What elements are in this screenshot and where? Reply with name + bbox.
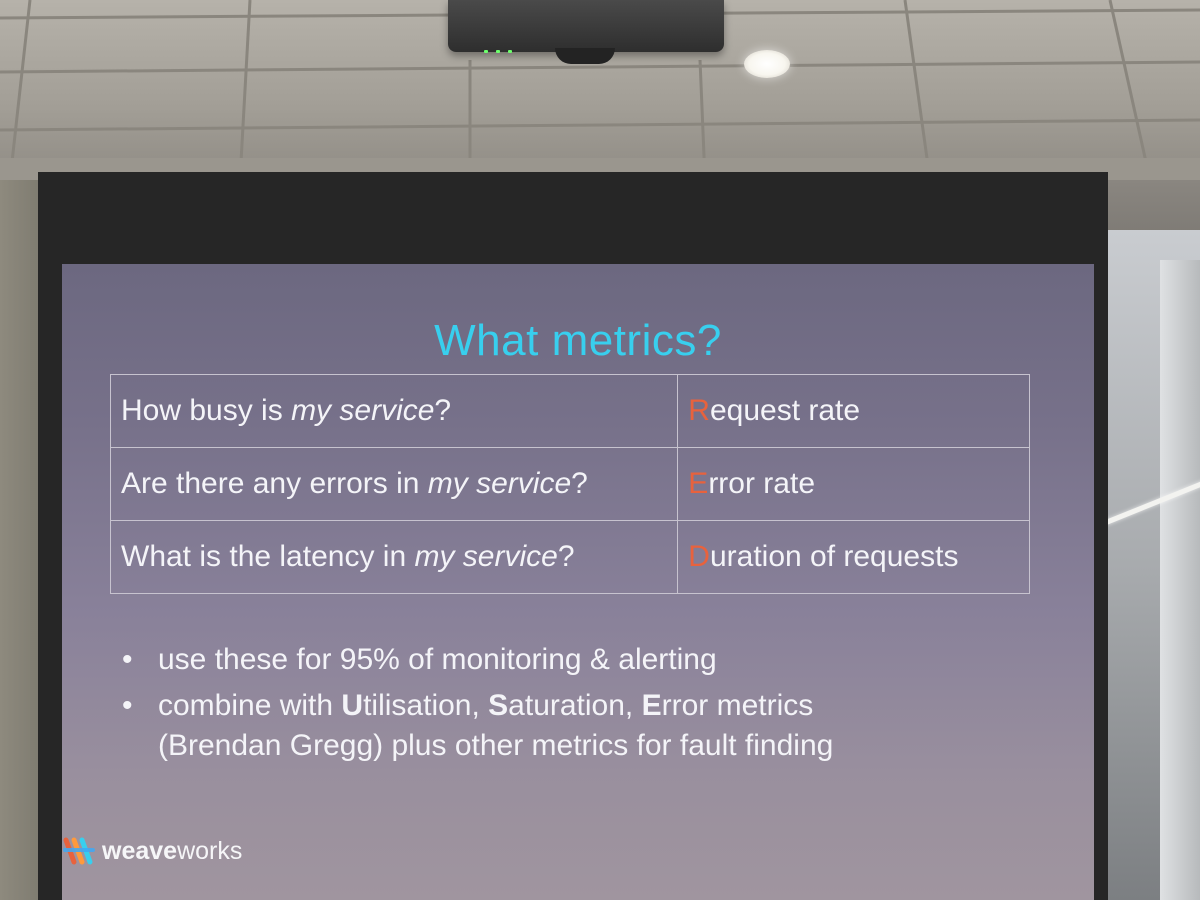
- answer-text: rror rate: [708, 467, 815, 500]
- slide-title: What metrics?: [434, 316, 722, 365]
- logo-bold: weave: [102, 836, 178, 865]
- answer-text: equest rate: [709, 394, 861, 427]
- answer-text: uration of requests: [709, 540, 959, 573]
- bold-initial: U: [341, 689, 364, 722]
- bullet-text-part: rror metrics: [661, 689, 814, 722]
- table-row: How busy is my service? Request rate: [109, 374, 1030, 448]
- question-text: What is the latency in: [121, 540, 415, 573]
- table-row: Are there any errors in my service? Erro…: [109, 447, 1030, 521]
- photo-scene: What metrics? How busy is my service? Re…: [0, 0, 1200, 900]
- bullet-list: • use these for 95% of monitoring & aler…: [114, 640, 1014, 772]
- bullet-text-part: aturation,: [508, 689, 642, 722]
- question-text: How busy is: [121, 394, 292, 427]
- answer-initial: E: [688, 467, 709, 500]
- weaveworks-logo-icon: [63, 837, 95, 865]
- bullet-text-continued: (Brendan Gregg) plus other metrics for f…: [158, 729, 834, 762]
- bullet-text: combine with Utilisation, Saturation, Er…: [158, 686, 1014, 726]
- question-cell: How busy is my service?: [109, 374, 679, 448]
- answer-cell: Error rate: [677, 447, 1030, 521]
- answer-initial: D: [688, 540, 710, 573]
- list-item: • use these for 95% of monitoring & aler…: [114, 640, 1014, 680]
- logo-light: works: [177, 836, 243, 865]
- red-metrics-table: How busy is my service? Request rate Are…: [109, 374, 1030, 594]
- projector-led: [496, 50, 500, 53]
- weaveworks-logo: weaveworks: [62, 831, 242, 871]
- bullet-text: use these for 95% of monitoring & alerti…: [158, 643, 717, 676]
- window-pillar: [1160, 260, 1200, 900]
- question-emphasis: my service: [291, 394, 435, 427]
- question-end: ?: [557, 540, 575, 573]
- answer-cell: Request rate: [677, 374, 1030, 448]
- question-end: ?: [434, 394, 452, 427]
- question-emphasis: my service: [414, 540, 558, 573]
- logo-wordmark: weaveworks: [102, 837, 242, 866]
- question-text: Are there any errors in: [121, 467, 428, 500]
- bullet-marker: •: [122, 643, 133, 676]
- projector-led: [508, 50, 512, 53]
- answer-cell: Duration of requests: [677, 520, 1030, 594]
- list-item: • combine with Utilisation, Saturation, …: [114, 686, 1014, 766]
- answer-initial: R: [688, 394, 710, 427]
- question-emphasis: my service: [427, 467, 572, 500]
- projector: [448, 0, 724, 52]
- window-right: [1100, 230, 1200, 900]
- projector-lens: [555, 48, 615, 64]
- question-cell: Are there any errors in my service?: [109, 447, 679, 521]
- projector-led: [484, 50, 488, 53]
- bullet-text-part: combine with: [158, 689, 342, 722]
- bold-initial: S: [488, 689, 509, 722]
- table-row: What is the latency in my service? Durat…: [109, 520, 1030, 594]
- bold-initial: E: [641, 689, 662, 722]
- ceiling-light: [744, 50, 790, 78]
- bullet-text-part: tilisation,: [363, 689, 489, 722]
- projected-slide: What metrics? How busy is my service? Re…: [62, 264, 1094, 900]
- bullet-marker: •: [122, 689, 133, 722]
- question-cell: What is the latency in my service?: [109, 520, 679, 594]
- question-end: ?: [571, 467, 588, 500]
